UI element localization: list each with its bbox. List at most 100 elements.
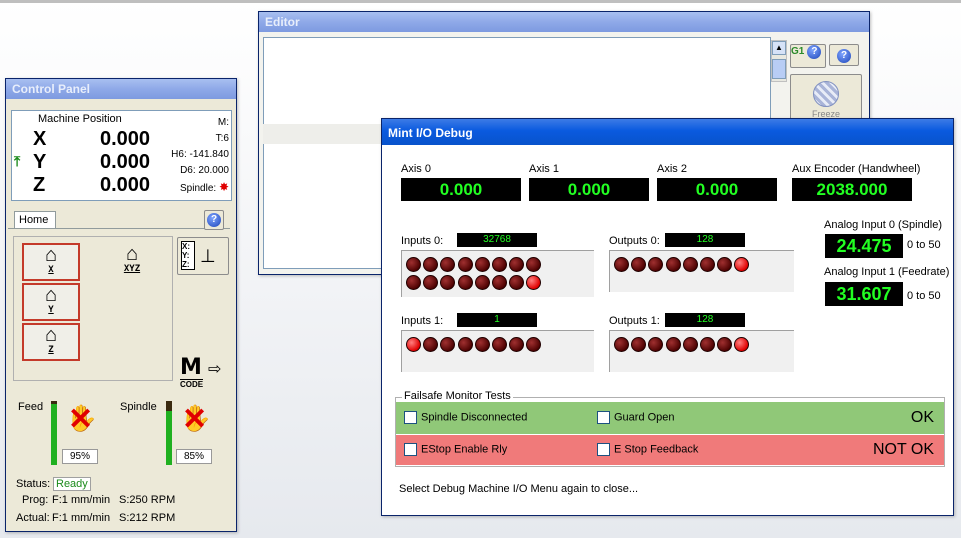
spindle-stop-button[interactable]: ✋ ✕ xyxy=(176,401,216,441)
led-off-indicator xyxy=(440,275,456,290)
led-on-indicator xyxy=(406,337,421,352)
debug-footer: Select Debug Machine I/O Menu again to c… xyxy=(399,483,639,495)
inputs0-label: Inputs 0: xyxy=(401,235,444,247)
status-value: Ready xyxy=(53,477,91,491)
led-off-indicator xyxy=(423,275,439,290)
scroll-up-button[interactable]: ▲ xyxy=(772,41,786,55)
editor-freeze-button[interactable]: Freeze xyxy=(790,74,862,121)
tool-info: M: T:6 H6: -141.840 D6: 20.000 Spindle: … xyxy=(171,115,229,197)
checkbox-icon xyxy=(597,411,610,424)
inputs0-led-panel xyxy=(401,250,594,297)
led-off-indicator xyxy=(631,337,647,352)
led-off-indicator xyxy=(526,257,542,272)
failsafe-group: Failsafe Monitor Tests Spindle Disconnec… xyxy=(395,390,945,467)
mcode-letter: M xyxy=(180,355,202,380)
analog1-label: Analog Input 1 (Feedrate) xyxy=(824,266,950,278)
checkbox-icon xyxy=(404,411,417,424)
led-off-indicator xyxy=(474,257,490,272)
led-off-indicator xyxy=(648,337,664,352)
control-panel-title: Control Panel xyxy=(6,79,236,99)
led-off-indicator xyxy=(492,337,507,352)
estop-enable-checkbox[interactable]: EStop Enable Rly xyxy=(404,443,507,456)
prog-speed: S:250 RPM xyxy=(119,494,176,506)
axis-x-label: X xyxy=(33,128,47,150)
feed-hold-button[interactable]: ✋ ✕ xyxy=(62,401,102,441)
tab-home[interactable]: Home xyxy=(14,211,56,228)
spindle-disconnected-checkbox[interactable]: Spindle Disconnected xyxy=(404,411,527,424)
editor-g1-button[interactable]: G1 ? xyxy=(790,44,826,68)
guard-open-checkbox[interactable]: Guard Open xyxy=(597,411,675,424)
spindle-slider-track[interactable] xyxy=(166,401,172,465)
home-icon: ⌂ xyxy=(44,284,58,306)
control-panel-help-button[interactable]: ? xyxy=(204,210,224,230)
axis-y-value: 0.000 xyxy=(100,151,151,173)
failsafe-ok-row: Spindle Disconnected Guard Open OK xyxy=(396,402,944,434)
top-border xyxy=(0,0,961,3)
led-off-indicator xyxy=(631,257,647,272)
zero-tool-button[interactable]: X: Y: Z: ⊥ xyxy=(177,237,229,275)
led-off-indicator xyxy=(526,337,542,352)
checkbox-icon xyxy=(597,443,610,456)
arrow-up-icon: ⤒ xyxy=(14,153,21,169)
estop-enable-label: EStop Enable Rly xyxy=(421,443,508,456)
actual-feed: F:1 mm/min xyxy=(52,512,111,524)
g1-label: G1 xyxy=(791,46,805,57)
axis0-value: 0.000 xyxy=(401,178,521,201)
checkbox-icon xyxy=(404,443,417,456)
debug-title: Mint I/O Debug xyxy=(382,119,953,145)
led-off-indicator xyxy=(509,275,525,290)
spindle-disconnected-label: Spindle Disconnected xyxy=(421,411,528,424)
outputs1-led-panel xyxy=(609,330,794,372)
editor-scrollbar[interactable]: ▲ xyxy=(771,40,787,82)
failsafe-notok-row: EStop Enable Rly E Stop Feedback NOT OK xyxy=(396,435,944,465)
led-off-indicator xyxy=(440,337,456,352)
editor-help-button[interactable]: ? xyxy=(829,44,859,66)
home-x-button[interactable]: ⌂ X xyxy=(22,243,80,281)
home-y-button[interactable]: ⌂ Y xyxy=(22,283,80,321)
inputs1-label: Inputs 1: xyxy=(401,315,444,327)
analog0-value: 24.475 xyxy=(825,234,903,258)
outputs1-value: 128 xyxy=(665,313,745,327)
led-off-indicator xyxy=(457,257,473,272)
led-off-indicator xyxy=(682,257,698,272)
tool-number: T:6 xyxy=(215,133,229,144)
led-off-indicator xyxy=(509,257,525,272)
outputs0-value: 128 xyxy=(665,233,745,247)
axis1-value: 0.000 xyxy=(529,178,649,201)
led-off-indicator xyxy=(492,275,507,290)
analog1-range: 0 to 50 xyxy=(907,290,941,302)
home-z-button[interactable]: ⌂ Z xyxy=(22,323,80,361)
home-icon: ⌂ xyxy=(125,243,139,265)
spindle-percent: 85% xyxy=(176,449,212,464)
analog1-value: 31.607 xyxy=(825,282,903,306)
home-icon: ⌂ xyxy=(44,244,58,266)
home-x-label: X xyxy=(48,265,54,275)
outputs0-label: Outputs 0: xyxy=(609,235,660,247)
actual-label: Actual: xyxy=(16,512,50,524)
failsafe-title: Failsafe Monitor Tests xyxy=(402,390,513,402)
led-off-indicator xyxy=(717,257,733,272)
spindle-indicator-icon: ✸ xyxy=(218,180,229,194)
m-code-value: M: xyxy=(217,117,229,128)
led-off-indicator xyxy=(423,257,439,272)
led-on-indicator xyxy=(734,257,750,272)
led-on-indicator xyxy=(734,337,750,352)
outputs0-led-panel xyxy=(609,250,794,292)
feed-slider-track[interactable] xyxy=(51,401,57,465)
scroll-thumb[interactable] xyxy=(772,59,786,79)
axis2-value: 0.000 xyxy=(657,178,777,201)
estop-feedback-label: E Stop Feedback xyxy=(614,443,699,456)
axis-x-value: 0.000 xyxy=(100,128,151,150)
mint-io-debug-window: Mint I/O Debug Axis 0 0.000 Axis 1 0.000… xyxy=(381,118,954,516)
home-xyz-label: XYZ xyxy=(123,264,141,274)
home-xyz-button[interactable]: ⌂ XYZ xyxy=(109,244,155,280)
status-label: Status: xyxy=(16,478,51,490)
feed-slider-fill xyxy=(51,404,57,465)
failsafe-ok-status: OK xyxy=(910,409,934,426)
led-off-indicator xyxy=(665,257,681,272)
led-off-indicator xyxy=(717,337,733,352)
inputs1-value: 1 xyxy=(457,313,537,327)
estop-feedback-checkbox[interactable]: E Stop Feedback xyxy=(597,443,698,456)
home-y-label: Y xyxy=(48,305,54,315)
mcode-button[interactable]: M ⇨ CODE xyxy=(178,355,228,389)
